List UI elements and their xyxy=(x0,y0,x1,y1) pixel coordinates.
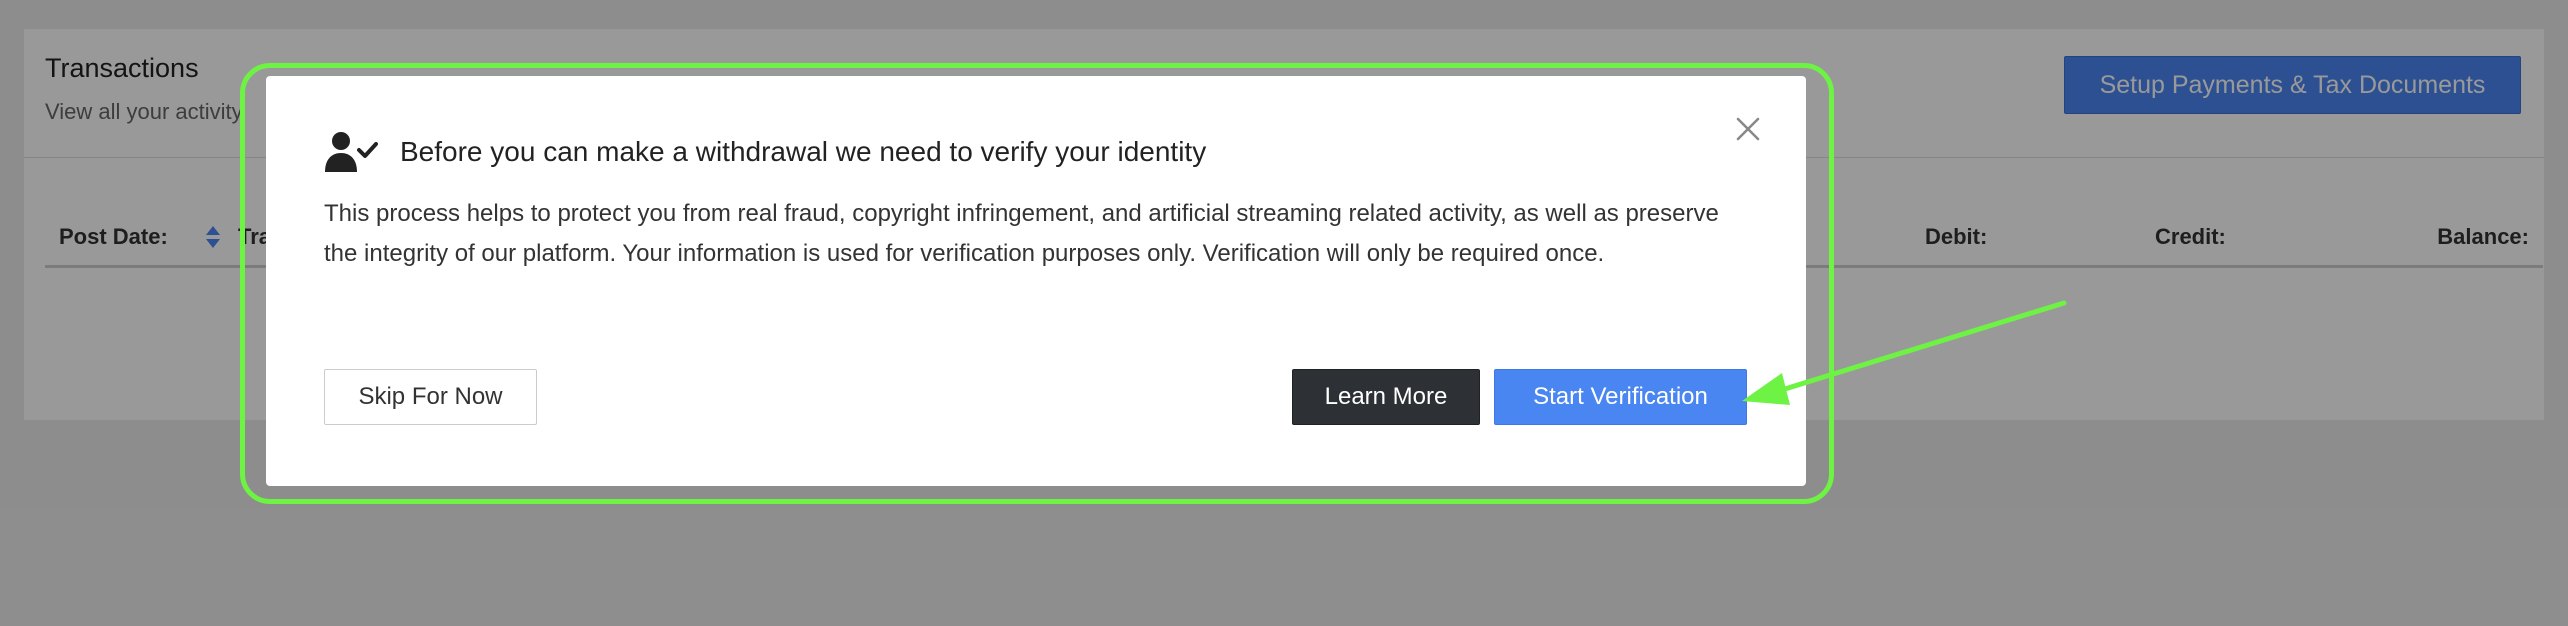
annotation-highlight-box xyxy=(240,63,1834,504)
